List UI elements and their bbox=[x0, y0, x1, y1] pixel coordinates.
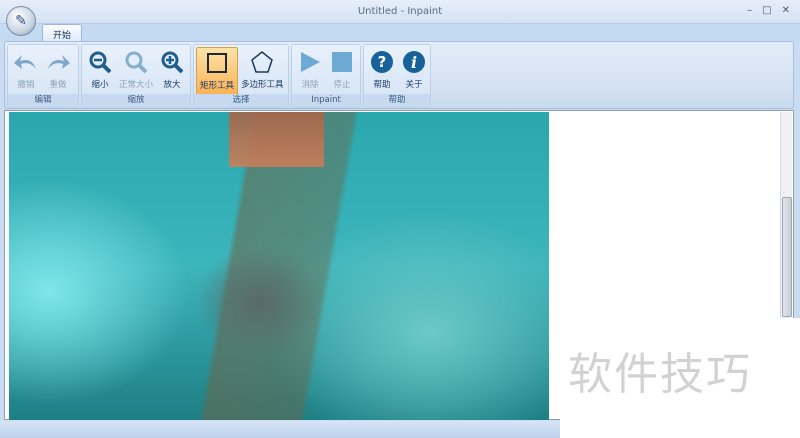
polygon-icon bbox=[249, 49, 275, 75]
tab-home[interactable]: 开始 bbox=[42, 24, 83, 42]
rectangle-icon bbox=[204, 50, 230, 76]
redo-button[interactable]: 重做 bbox=[42, 47, 74, 95]
undo-icon bbox=[13, 49, 39, 75]
erase-button[interactable]: 消除 bbox=[294, 47, 326, 95]
help-icon: ? bbox=[369, 49, 395, 75]
maximize-button[interactable]: □ bbox=[762, 5, 771, 16]
stop-button[interactable]: 停止 bbox=[326, 47, 358, 95]
wand-icon: ✎ bbox=[15, 13, 27, 29]
help-button[interactable]: ? 帮助 bbox=[366, 47, 398, 95]
zoom-in-button[interactable]: 放大 bbox=[156, 47, 188, 95]
group-inpaint: 消除 停止 Inpaint bbox=[291, 44, 361, 108]
close-button[interactable]: ✕ bbox=[782, 5, 790, 16]
group-select: 矩形工具 多边形工具 选择 bbox=[193, 44, 289, 108]
vertical-scrollbar[interactable] bbox=[780, 112, 792, 318]
rectangle-tool-button[interactable]: 矩形工具 bbox=[196, 47, 239, 95]
group-edit: 撤销 重做 编辑 bbox=[7, 44, 79, 108]
zoom-out-button[interactable]: 缩小 bbox=[84, 47, 116, 95]
svg-text:i: i bbox=[411, 53, 417, 72]
group-help: ? 帮助 i 关于 帮助 bbox=[363, 44, 431, 108]
polygon-tool-button[interactable]: 多边形工具 bbox=[238, 47, 287, 95]
undo-button[interactable]: 撤销 bbox=[10, 47, 42, 95]
minimize-button[interactable]: – bbox=[747, 5, 752, 16]
photo-octopus[interactable] bbox=[9, 112, 549, 420]
stop-icon bbox=[329, 49, 355, 75]
tab-row: 开始 bbox=[0, 24, 800, 42]
app-menu-button[interactable]: ✎ bbox=[6, 6, 36, 36]
watermark: 软件技巧 bbox=[560, 318, 800, 438]
zoom-normal-icon bbox=[123, 49, 149, 75]
status-bar bbox=[0, 421, 560, 438]
scroll-thumb[interactable] bbox=[782, 197, 792, 317]
info-icon: i bbox=[401, 49, 427, 75]
zoom-normal-button[interactable]: 正常大小 bbox=[116, 47, 156, 95]
group-zoom: 缩小 正常大小 放大 缩放 bbox=[81, 44, 191, 108]
window-title: Untitled - Inpaint bbox=[357, 6, 443, 17]
title-bar: Untitled - Inpaint – □ ✕ bbox=[0, 0, 800, 24]
redo-icon bbox=[45, 49, 71, 75]
zoom-out-icon bbox=[87, 49, 113, 75]
play-icon bbox=[297, 49, 323, 75]
ribbon: 撤销 重做 编辑 缩小 正常大小 放大 缩放 矩形工具 多边形工具 选择 消除 … bbox=[4, 41, 794, 109]
about-button[interactable]: i 关于 bbox=[398, 47, 430, 95]
zoom-in-icon bbox=[159, 49, 185, 75]
svg-text:?: ? bbox=[378, 53, 387, 71]
crate-shape bbox=[229, 112, 324, 167]
